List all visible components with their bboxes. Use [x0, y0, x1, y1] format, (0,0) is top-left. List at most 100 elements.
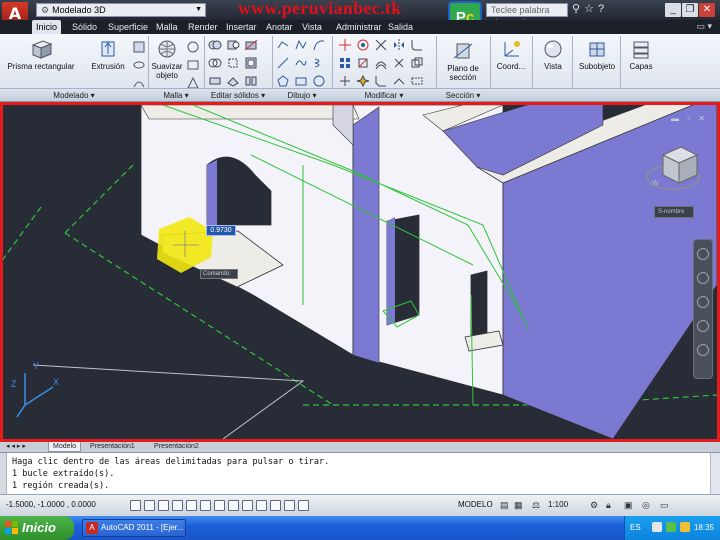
- security-icon[interactable]: [666, 522, 676, 532]
- command-line-grip[interactable]: [0, 453, 7, 495]
- join-icon[interactable]: [392, 74, 406, 88]
- panel-title-modelado[interactable]: Modelado ▾: [0, 88, 148, 101]
- intersect-icon[interactable]: [208, 56, 222, 70]
- spline-icon[interactable]: [294, 56, 308, 70]
- tab-malla[interactable]: Malla: [152, 20, 182, 34]
- search-icon[interactable]: ⚲: [572, 3, 584, 15]
- tab-salida[interactable]: Salida: [384, 20, 417, 34]
- osnap-toggle[interactable]: [186, 500, 197, 511]
- polyline-icon[interactable]: [276, 38, 290, 52]
- tab-superficie[interactable]: Superficie: [104, 20, 152, 34]
- ribbon-minimize-icon[interactable]: ▭ ▾: [696, 21, 712, 32]
- transparency-toggle[interactable]: [270, 500, 281, 511]
- dynamic-input-value[interactable]: 0.9730: [206, 225, 236, 236]
- tab-anotar[interactable]: Anotar: [262, 20, 297, 34]
- erase-icon[interactable]: [392, 56, 406, 70]
- annotation-scale-value[interactable]: 1:100: [548, 500, 568, 509]
- arc-icon[interactable]: [312, 38, 326, 52]
- union-icon[interactable]: [208, 38, 222, 52]
- subobject-button[interactable]: Subobjeto: [576, 38, 618, 71]
- box-button[interactable]: Prisma rectangular: [6, 38, 76, 71]
- subtract-icon[interactable]: [226, 38, 240, 52]
- polar-toggle[interactable]: [172, 500, 183, 511]
- close-button[interactable]: ✕: [699, 3, 715, 17]
- tab-render[interactable]: Render: [184, 20, 222, 34]
- minimize-button[interactable]: _: [665, 3, 681, 17]
- snap-toggle[interactable]: [130, 500, 141, 511]
- taskbar-autocad-window[interactable]: A AutoCAD 2011 - [Ejer...: [82, 519, 186, 537]
- tab-presentacion1[interactable]: Presentación1: [86, 442, 139, 452]
- offset-icon[interactable]: [374, 56, 388, 70]
- lock-icon[interactable]: 🔒︎: [606, 500, 611, 511]
- slice-icon[interactable]: [244, 38, 258, 52]
- copy-icon[interactable]: [410, 56, 424, 70]
- ortho-toggle[interactable]: [158, 500, 169, 511]
- otrack-toggle[interactable]: [214, 500, 225, 511]
- separate-icon[interactable]: [244, 74, 258, 88]
- help-icon[interactable]: ?: [598, 3, 608, 15]
- workspace-selector[interactable]: ⚙ Modelado 3D ▼: [36, 3, 206, 17]
- polygon-icon[interactable]: [276, 74, 290, 88]
- layers-button[interactable]: Capas: [624, 38, 658, 71]
- layout-nav-arrows[interactable]: ◂ ◂ ▸ ▸: [2, 442, 30, 452]
- mesh-refine-icon[interactable]: [186, 40, 200, 54]
- 3d-scale-icon[interactable]: [356, 56, 370, 70]
- restore-button[interactable]: ❐: [682, 3, 698, 17]
- panel-title-modificar[interactable]: Modificar ▾: [332, 88, 436, 101]
- start-button[interactable]: Inicio: [0, 516, 74, 540]
- zoom-icon[interactable]: [697, 296, 709, 308]
- tab-modelo[interactable]: Modelo: [48, 442, 81, 452]
- dyn-toggle[interactable]: [242, 500, 253, 511]
- shell-icon[interactable]: [244, 56, 258, 70]
- tab-presentacion2[interactable]: Presentación2: [150, 442, 203, 452]
- tab-administrar[interactable]: Administrar: [332, 20, 386, 34]
- imprint-icon[interactable]: [226, 74, 240, 88]
- pan-icon[interactable]: [697, 272, 709, 284]
- clean-screen-icon[interactable]: ▭: [660, 500, 669, 511]
- quick-view-drawings-icon[interactable]: ▦: [514, 500, 523, 511]
- search-input[interactable]: Teclee palabra clave o frase: [486, 3, 568, 27]
- helix-icon[interactable]: [312, 56, 326, 70]
- line-icon[interactable]: [276, 56, 290, 70]
- steering-wheel-icon[interactable]: [697, 248, 709, 260]
- align-icon[interactable]: [374, 38, 388, 52]
- command-line[interactable]: Haga clic dentro de las áreas delimitada…: [0, 452, 720, 495]
- viewport-controls[interactable]: ▬ ▫ ✕: [671, 114, 708, 123]
- chamfer-icon[interactable]: [374, 74, 388, 88]
- network-icon[interactable]: [652, 522, 662, 532]
- command-line-scrollbar[interactable]: [710, 453, 720, 495]
- annotation-scale-icon[interactable]: ⚖: [532, 500, 540, 511]
- mesh-box-icon[interactable]: [186, 58, 200, 72]
- revolve-icon[interactable]: [132, 58, 146, 72]
- circle-icon[interactable]: [312, 74, 326, 88]
- solid-tool-icon[interactable]: [132, 40, 146, 54]
- workspace-switch-icon[interactable]: ⚙: [590, 500, 598, 511]
- move-icon[interactable]: [338, 38, 352, 52]
- drawing-viewport[interactable]: Y X Z W 0.9730 Comando: S-nombre ▬ ▫ ✕: [0, 102, 720, 442]
- quick-view-layouts-icon[interactable]: ▤: [500, 500, 509, 511]
- panel-title-editar-solidos[interactable]: Editar sólidos ▾: [204, 88, 272, 101]
- model-space-button[interactable]: MODELO: [458, 500, 493, 509]
- rectangle-icon[interactable]: [294, 74, 308, 88]
- tab-vista[interactable]: Vista: [298, 20, 326, 34]
- navigation-bar[interactable]: [693, 239, 713, 379]
- tab-inicio[interactable]: Inicio: [32, 20, 62, 34]
- interfere-icon[interactable]: [208, 74, 222, 88]
- 3d-osnap-toggle[interactable]: [200, 500, 211, 511]
- 3d-rotate-icon[interactable]: [356, 38, 370, 52]
- trim-icon[interactable]: [338, 74, 352, 88]
- panel-title-seccion[interactable]: Sección ▾: [436, 88, 490, 101]
- quick-properties-toggle[interactable]: [284, 500, 295, 511]
- ducs-toggle[interactable]: [228, 500, 239, 511]
- fillet-icon[interactable]: [410, 38, 424, 52]
- explode-icon[interactable]: [356, 74, 370, 88]
- tab-insertar[interactable]: Insertar: [222, 20, 261, 34]
- tab-solido[interactable]: Sólido: [68, 20, 101, 34]
- coordinates-button[interactable]: Coord...: [494, 38, 528, 71]
- showmotion-icon[interactable]: [697, 344, 709, 356]
- language-indicator[interactable]: ES: [630, 523, 641, 532]
- grid-toggle[interactable]: [144, 500, 155, 511]
- hardware-acceleration-icon[interactable]: ▣: [624, 500, 633, 511]
- orbit-icon[interactable]: [697, 320, 709, 332]
- ucs-menu[interactable]: S-nombre: [654, 206, 694, 218]
